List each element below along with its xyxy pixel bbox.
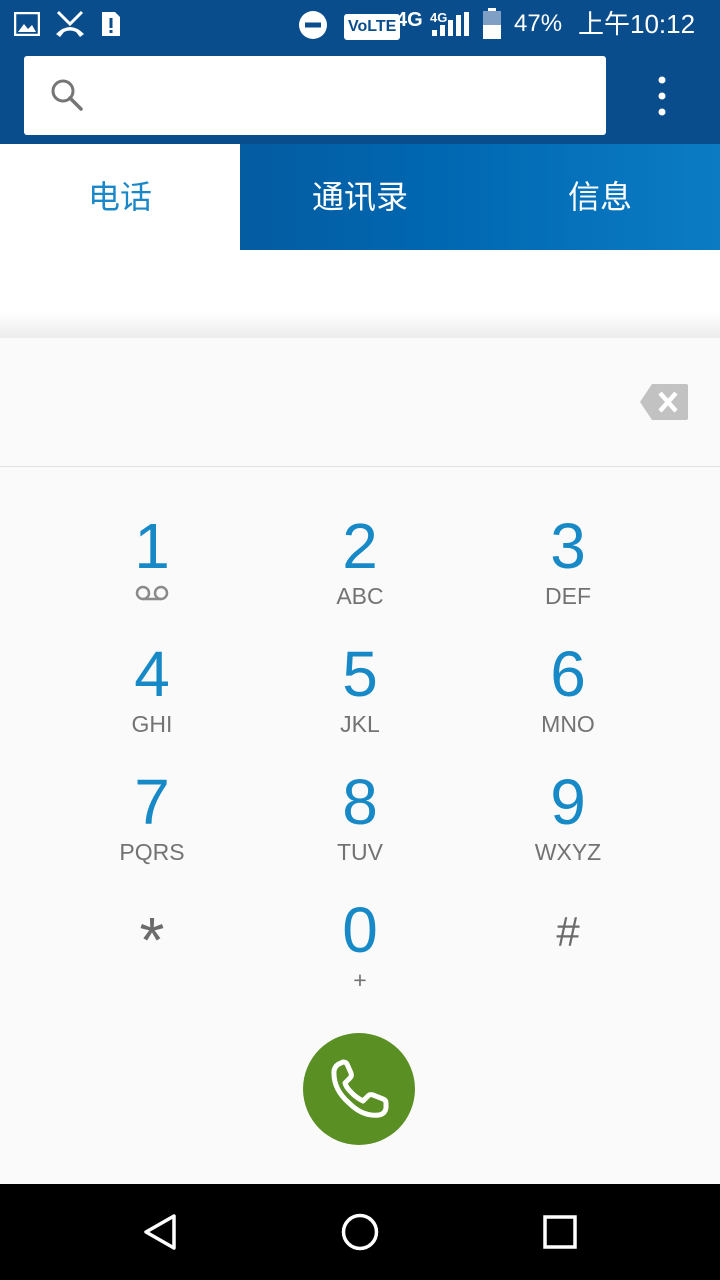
key-digit: 6: [550, 638, 586, 710]
do-not-disturb-icon: [299, 11, 327, 39]
key-9[interactable]: 9 WXYZ: [488, 770, 648, 880]
key-digit: 1: [134, 510, 170, 582]
call-button[interactable]: [303, 1033, 415, 1145]
key-letters: GHI: [131, 711, 173, 737]
key-0[interactable]: 0 +: [280, 898, 440, 1008]
key-4[interactable]: 4 GHI: [72, 642, 232, 752]
more-options-icon[interactable]: [650, 74, 674, 118]
clock: 上午10:12: [578, 9, 696, 39]
navigation-bar: [0, 1184, 720, 1280]
key-letters: TUV: [337, 839, 383, 865]
key-6[interactable]: 6 MNO: [488, 642, 648, 752]
key-digit: 9: [550, 766, 586, 838]
battery-icon: [483, 8, 501, 39]
key-3[interactable]: 3 DEF: [488, 514, 648, 624]
status-bar: VoLTE 4G 4G 47% 上午10:12: [0, 0, 720, 48]
key-digit: 5: [342, 638, 378, 710]
network-type-1: 4G: [396, 9, 423, 31]
key-1[interactable]: 1: [72, 514, 232, 624]
image-icon: [14, 12, 40, 36]
key-7[interactable]: 7 PQRS: [72, 770, 232, 880]
sim-alert-icon: [102, 12, 120, 36]
key-8[interactable]: 8 TUV: [280, 770, 440, 880]
key-digit: 0: [342, 894, 378, 966]
key-digit: 7: [134, 766, 170, 838]
signal-icon: [432, 12, 469, 36]
key-letters: DEF: [545, 583, 591, 609]
key-star[interactable]: *: [72, 904, 232, 1014]
tab-bar: 电话 通讯录 信息: [0, 144, 720, 250]
volte-icon: VoLTE: [344, 14, 401, 40]
key-digit: #: [556, 908, 580, 955]
key-digit: 8: [342, 766, 378, 838]
tab-phone[interactable]: 电话: [0, 144, 240, 250]
home-icon[interactable]: [340, 1212, 380, 1252]
key-digit: 4: [134, 638, 170, 710]
key-digit: *: [139, 904, 165, 976]
key-letters: MNO: [541, 711, 595, 737]
back-icon[interactable]: [140, 1212, 180, 1252]
voicemail-icon: [135, 585, 169, 601]
key-letters: PQRS: [119, 839, 185, 865]
key-digit: 3: [550, 510, 586, 582]
app-header: [0, 48, 720, 144]
dialed-number-field[interactable]: [0, 338, 720, 467]
tab-contacts[interactable]: 通讯录: [240, 144, 480, 250]
key-letters: WXYZ: [534, 839, 602, 865]
dialpad-shadow: [0, 312, 720, 338]
recents-icon[interactable]: [540, 1212, 580, 1252]
key-letters: JKL: [340, 711, 380, 737]
key-letters: ABC: [336, 583, 384, 609]
battery-percent: 47%: [514, 10, 563, 37]
backspace-icon[interactable]: [640, 384, 688, 420]
key-letters: +: [353, 967, 367, 993]
dialpad: 1 2 ABC 3 DEF 4 GHI 5 JKL 6 MNO 7 PQRS 8…: [0, 338, 720, 1184]
key-digit: 2: [342, 510, 378, 582]
key-5[interactable]: 5 JKL: [280, 642, 440, 752]
key-hash[interactable]: #: [488, 904, 648, 1014]
missed-call-icon: [56, 10, 84, 37]
key-2[interactable]: 2 ABC: [280, 514, 440, 624]
search-input[interactable]: [24, 56, 606, 135]
phone-icon: [331, 1059, 389, 1118]
tab-messages[interactable]: 信息: [480, 144, 720, 250]
search-icon: [51, 79, 83, 111]
